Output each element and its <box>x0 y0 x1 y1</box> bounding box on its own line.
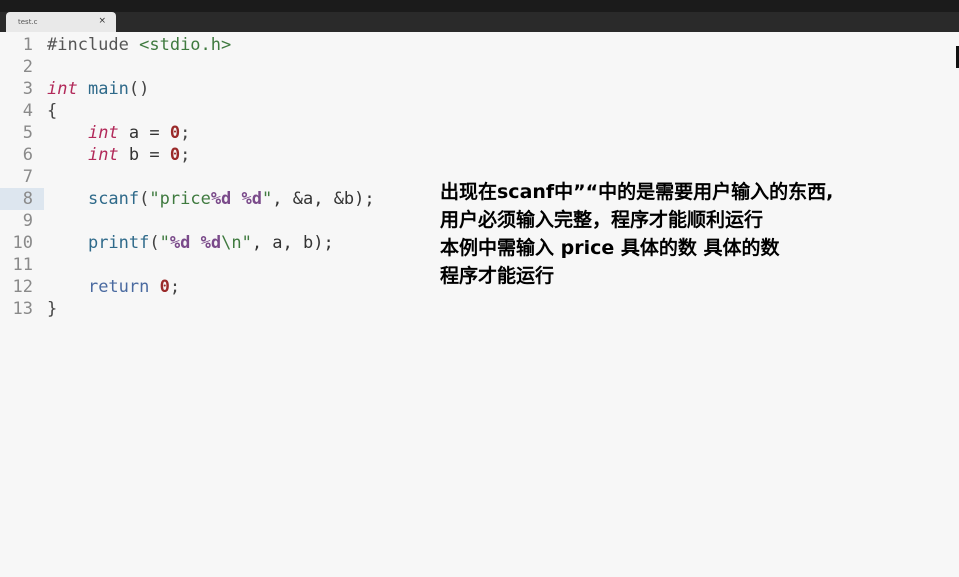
annotation-line-1: 出现在scanf中”“中的是需要用户输入的东西, <box>440 181 834 203</box>
annotation-line-2: 用户必须输入完整，程序才能顺利运行 <box>440 209 764 231</box>
line-number: 9 <box>22 211 33 231</box>
line-number: 11 <box>12 255 33 275</box>
code-line[interactable]: 5 int a = 0; <box>0 122 420 144</box>
code-text: int main() <box>47 78 149 100</box>
line-number: 2 <box>22 57 33 77</box>
code-token: a = <box>118 123 170 143</box>
code-token: %d <box>200 233 222 253</box>
code-text: { <box>47 100 57 122</box>
code-text: int a = 0; <box>47 122 190 144</box>
line-number: 7 <box>22 167 33 187</box>
code-token: \n" <box>221 233 252 253</box>
annotation-line-3: 本例中需输入 price 具体的数 具体的数 <box>440 237 780 259</box>
code-token: int <box>87 145 119 165</box>
line-number: 6 <box>22 145 33 165</box>
code-token: 0 <box>169 123 181 143</box>
line-number: 5 <box>22 123 33 143</box>
annotation-line-4: 程序才能运行 <box>440 265 555 287</box>
code-text: return 0; <box>47 276 180 298</box>
code-token: " <box>262 189 273 209</box>
line-number: 12 <box>12 277 33 297</box>
code-token: %d <box>241 189 263 209</box>
line-number: 8 <box>22 189 33 209</box>
code-token: int <box>87 123 119 143</box>
tab-test-c[interactable]: test.c × <box>6 12 116 32</box>
code-token: ; <box>180 123 191 143</box>
code-token: ; <box>169 277 181 297</box>
code-token: int <box>47 79 78 99</box>
code-token: "price <box>149 189 211 209</box>
code-token: %d <box>169 233 191 253</box>
code-line[interactable]: 11 <box>0 254 420 276</box>
code-line[interactable]: 1 #include <stdio.h> <box>0 34 420 56</box>
code-token: } <box>47 299 58 319</box>
code-token: { <box>47 101 58 121</box>
code-token: b = <box>118 145 170 165</box>
code-token: 0 <box>159 277 170 297</box>
window-top-bar <box>0 0 959 12</box>
line-number: 10 <box>12 233 33 253</box>
code-line[interactable]: 6 int b = 0; <box>0 144 420 166</box>
code-line[interactable]: 7 <box>0 166 420 188</box>
line-number: 13 <box>12 299 33 319</box>
code-token: ( <box>139 189 150 209</box>
code-line[interactable]: 10 printf("%d %d\n", a, b); <box>0 232 420 254</box>
code-line[interactable]: 2 <box>0 56 420 78</box>
code-token: main <box>87 79 129 99</box>
code-token: " <box>159 233 170 253</box>
line-number: 1 <box>22 35 33 55</box>
code-token: 0 <box>169 145 181 165</box>
tab-strip: test.c × <box>0 12 959 32</box>
line-number: 4 <box>22 101 33 121</box>
code-token: ; <box>180 145 191 165</box>
code-token: () <box>128 79 150 99</box>
code-token: <stdio.h> <box>139 35 232 55</box>
code-editor[interactable]: 1 #include <stdio.h> 2 3 int main() 4{5 int a… <box>0 32 959 577</box>
code-token: ( <box>149 233 160 253</box>
code-text: scanf("price%d %d", &a, &b); <box>47 188 375 210</box>
code-text: printf("%d %d\n", a, b); <box>47 232 334 254</box>
tab-title: test.c <box>18 18 38 26</box>
line-number: 3 <box>22 79 33 99</box>
code-line[interactable]: 3 int main() <box>0 78 420 100</box>
annotation-overlay: 出现在scanf中”“中的是需要用户输入的东西, 用户必须输入完整，程序才能顺利… <box>440 178 940 290</box>
code-line[interactable]: 12 return 0; <box>0 276 420 298</box>
code-token: return <box>87 277 150 297</box>
code-token: #include <box>47 35 140 55</box>
code-token: scanf <box>87 189 140 209</box>
close-icon[interactable]: × <box>98 16 106 26</box>
code-line[interactable]: 13} <box>0 298 420 320</box>
code-token: , &a, &b); <box>272 189 375 209</box>
code-line[interactable]: 4{ <box>0 100 420 122</box>
code-text: int b = 0; <box>47 144 190 166</box>
code-token: printf <box>87 233 150 253</box>
code-text: #include <stdio.h> <box>47 34 231 56</box>
code-token: , a, b); <box>251 233 334 253</box>
code-line[interactable]: 8 scanf("price%d %d", &a, &b); <box>0 188 420 210</box>
code-token: %d <box>210 189 232 209</box>
code-text: } <box>47 298 57 320</box>
code-line[interactable]: 9 <box>0 210 420 232</box>
